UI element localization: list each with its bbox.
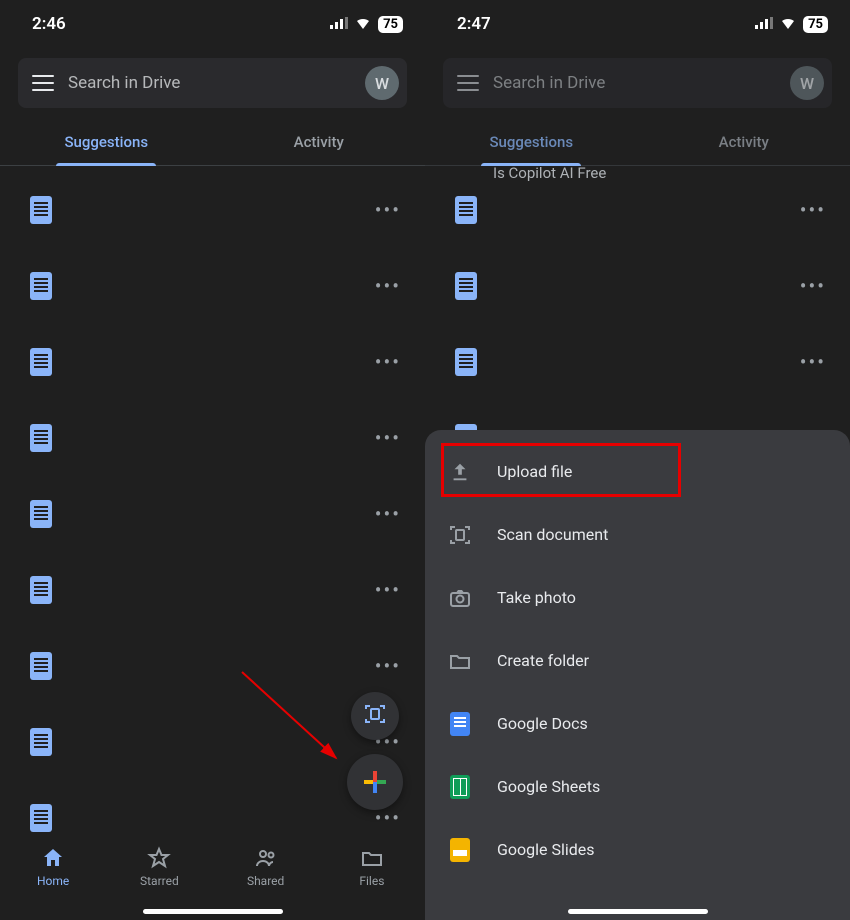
doc-icon: [30, 348, 52, 376]
create-bottom-sheet: Upload file Scan document Take photo Cre…: [425, 430, 850, 920]
nav-home[interactable]: Home: [0, 832, 106, 902]
sheet-google-slides[interactable]: Google Slides: [425, 818, 850, 881]
camera-icon: [447, 585, 473, 611]
doc-icon: [30, 272, 52, 300]
more-icon[interactable]: •••: [369, 420, 407, 456]
wifi-icon: [354, 14, 372, 34]
doc-icon: [30, 424, 52, 452]
star-icon: [147, 846, 171, 870]
nav-starred[interactable]: Starred: [106, 832, 212, 902]
tab-activity[interactable]: Activity: [213, 118, 426, 165]
bottom-nav: Home Starred Shared Files: [0, 832, 425, 920]
doc-icon: [30, 500, 52, 528]
list-item[interactable]: •••: [0, 400, 425, 476]
battery-icon: 75: [378, 16, 403, 33]
sheet-google-docs[interactable]: Google Docs: [425, 692, 850, 755]
tabs: Suggestions Activity: [0, 118, 425, 166]
home-indicator: [568, 909, 708, 914]
avatar[interactable]: W: [365, 66, 399, 100]
doc-icon: [30, 652, 52, 680]
more-icon[interactable]: •••: [369, 268, 407, 304]
status-bar: 2:46 75: [0, 0, 425, 48]
nav-shared[interactable]: Shared: [213, 832, 319, 902]
more-icon[interactable]: •••: [369, 192, 407, 228]
fab-add[interactable]: [347, 754, 403, 810]
google-docs-icon: [447, 711, 473, 737]
plus-icon: [364, 771, 386, 793]
signal-icon: [330, 14, 348, 34]
scan-icon: [363, 702, 387, 730]
sheet-take-photo[interactable]: Take photo: [425, 566, 850, 629]
home-icon: [41, 846, 65, 870]
sheet-create-folder[interactable]: Create folder: [425, 629, 850, 692]
people-icon: [254, 846, 278, 870]
more-icon[interactable]: •••: [369, 572, 407, 608]
doc-icon: [30, 576, 52, 604]
list-item[interactable]: •••: [0, 552, 425, 628]
google-slides-icon: [447, 837, 473, 863]
sheet-scan-document[interactable]: Scan document: [425, 503, 850, 566]
more-icon[interactable]: •••: [369, 648, 407, 684]
home-indicator: [143, 909, 283, 914]
more-icon[interactable]: •••: [369, 496, 407, 532]
sheet-google-sheets[interactable]: Google Sheets: [425, 755, 850, 818]
google-sheets-icon: [447, 774, 473, 800]
folder-icon: [447, 648, 473, 674]
tab-suggestions[interactable]: Suggestions: [0, 118, 213, 165]
more-icon[interactable]: •••: [369, 344, 407, 380]
doc-icon: [30, 804, 52, 832]
status-icons: 75: [330, 14, 403, 34]
screen-right: 2:47 75 Search in Drive W Suggestions Ac…: [425, 0, 850, 920]
list-item[interactable]: •••: [0, 324, 425, 400]
sheet-upload-file[interactable]: Upload file: [425, 440, 850, 503]
folder-icon: [360, 846, 384, 870]
doc-icon: [30, 196, 52, 224]
search-bar[interactable]: Search in Drive W: [18, 58, 407, 108]
upload-icon: [447, 459, 473, 485]
list-item[interactable]: •••: [0, 172, 425, 248]
fab-scan[interactable]: [351, 692, 399, 740]
menu-icon[interactable]: [32, 75, 54, 91]
list-item[interactable]: •••: [0, 248, 425, 324]
search-placeholder[interactable]: Search in Drive: [68, 73, 351, 93]
doc-icon: [30, 728, 52, 756]
scan-icon: [447, 522, 473, 548]
screen-left: 2:46 75 Search in Drive W Suggestions Ac…: [0, 0, 425, 920]
nav-files[interactable]: Files: [319, 832, 425, 902]
status-time: 2:46: [32, 14, 66, 34]
list-item[interactable]: •••: [0, 476, 425, 552]
